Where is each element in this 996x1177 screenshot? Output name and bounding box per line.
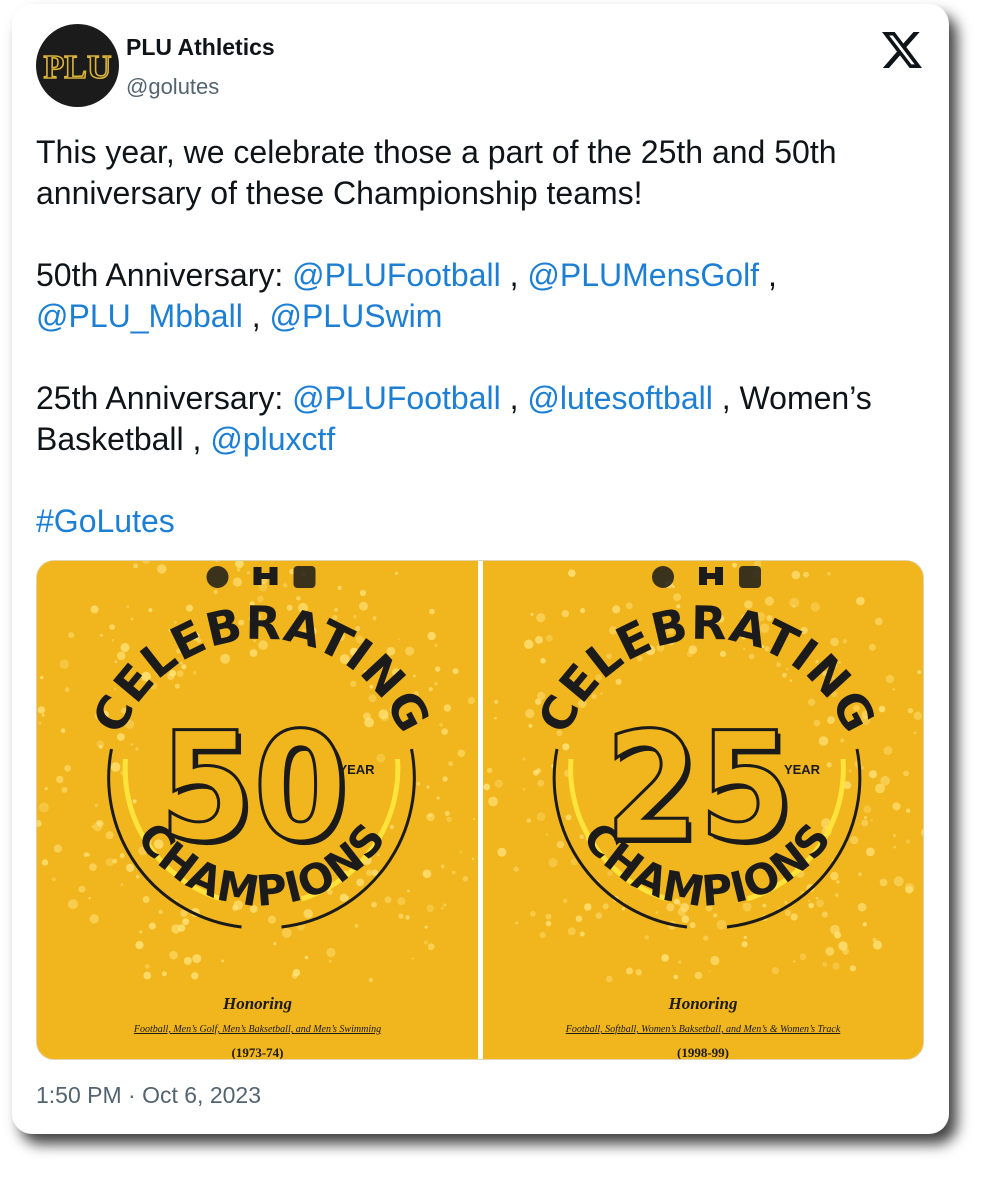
tweet-timestamp[interactable]: 1:50 PM · Oct 6, 2023 (36, 1082, 261, 1109)
author-handle[interactable]: @golutes (126, 74, 219, 100)
mention-plufootball[interactable]: @PLUFootball (292, 257, 501, 293)
poster-sports-list: Football, Men’s Golf, Men’s Baksetball, … (133, 1024, 381, 1035)
plu-logo-icon: PLU (43, 48, 113, 87)
separator: , (500, 380, 528, 416)
poster-year-label: YEAR (338, 762, 375, 777)
avatar[interactable]: PLU (36, 24, 119, 107)
separator: , (242, 298, 270, 334)
separator: , (759, 257, 777, 293)
poster-50-year[interactable]: CELEBRATING CHAMPIONS 50 50 YEAR Honoring Foot… (37, 561, 478, 1059)
poster-season: (1998-99) (677, 1045, 729, 1059)
poster-number: 50 (160, 701, 348, 875)
mention-pluxctf[interactable]: @pluxctf (210, 421, 335, 457)
mention-plu-mbball[interactable]: @PLU_Mbball (36, 298, 243, 334)
mention-pluswim[interactable]: @PLUSwim (269, 298, 442, 334)
fifty-anniversary-line: 50th Anniversary: @PLUFootball , @PLUMen… (36, 255, 926, 337)
hashtag-golutes[interactable]: #GoLutes (36, 503, 175, 539)
poster-number: 25 (605, 701, 793, 875)
poster-sports-list: Football, Softball, Women’s Baksetball, … (565, 1024, 841, 1035)
separator: , (183, 421, 211, 457)
separator: , (712, 380, 740, 416)
mention-plufootball[interactable]: @PLUFootball (292, 380, 501, 416)
hashtag-line: #GoLutes (36, 501, 926, 542)
poster-honoring: Honoring (222, 994, 292, 1013)
poster-year-label: YEAR (784, 762, 821, 777)
media-grid[interactable]: CELEBRATING CHAMPIONS 50 50 YEAR Honoring Foot… (36, 560, 924, 1060)
svg-text:PLU: PLU (44, 49, 112, 86)
x-logo-icon[interactable] (882, 30, 922, 70)
fifty-label: 50th Anniversary: (36, 257, 293, 293)
poster-25-year[interactable]: CELEBRATING CHAMPIONS 25 25 YEAR Honoring Foot… (483, 561, 923, 1059)
twentyfive-anniversary-line: 25th Anniversary: @PLUFootball , @luteso… (36, 378, 926, 460)
twentyfive-label: 25th Anniversary: (36, 380, 293, 416)
author-name[interactable]: PLU Athletics (126, 34, 275, 61)
poster-honoring: Honoring (668, 994, 738, 1013)
tweet-intro: This year, we celebrate those a part of … (36, 134, 837, 211)
mention-plumensgolf[interactable]: @PLUMensGolf (527, 257, 759, 293)
tweet-text: This year, we celebrate those a part of … (36, 132, 926, 583)
sponsor-logos (652, 566, 761, 588)
separator: , (500, 257, 528, 293)
tweet-card: PLU PLU Athletics @golutes This year, we… (12, 4, 949, 1134)
sponsor-logos (206, 566, 316, 588)
mention-lutesoftball[interactable]: @lutesoftball (527, 380, 712, 416)
poster-season: (1973-74) (232, 1045, 284, 1059)
